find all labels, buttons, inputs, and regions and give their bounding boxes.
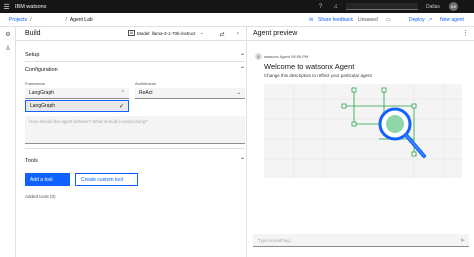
checkmark-icon: ✓ xyxy=(118,103,124,110)
agent-description: Change this description to reflect your … xyxy=(264,73,372,78)
welcome-heading: Welcome to watsonx Agent xyxy=(264,62,355,71)
collapse-icon[interactable]: ‹ xyxy=(234,30,242,38)
chat-input-placeholder: Type something... xyxy=(258,237,294,243)
preview-title: Agent preview xyxy=(253,30,298,37)
overflow-menu-icon[interactable]: ⋮ xyxy=(462,29,469,37)
help-icon[interactable]: ? xyxy=(316,2,325,11)
breadcrumb-current: Agent Lab xyxy=(69,17,93,23)
preview-header: Agent preview ⋮ xyxy=(247,27,474,41)
architecture-label: Architecture xyxy=(135,81,157,86)
account-selector[interactable] xyxy=(346,3,418,10)
agent-icon[interactable]: ⚙ xyxy=(4,30,12,38)
chevron-down-icon: ⌄ xyxy=(199,30,204,36)
agent-avatar-icon: ◎ xyxy=(255,53,262,60)
framework-select[interactable]: LangGraph ⌃ xyxy=(25,88,129,99)
save-status: Unsaved xyxy=(358,17,378,23)
menu-icon[interactable]: ☰ xyxy=(0,0,13,13)
send-icon[interactable]: ➤ xyxy=(460,237,465,244)
page-header: Projects / / Agent Lab ✉ Share feedback … xyxy=(0,13,474,27)
new-agent-button[interactable]: New agent xyxy=(440,17,464,23)
agent-preview-panel: Agent preview ⋮ ◎ watsonx Agent 08:06 PM… xyxy=(246,27,474,257)
chevron-up-icon[interactable]: ⌃ xyxy=(240,157,245,164)
chevron-down-icon: ⌄ xyxy=(239,51,245,57)
save-icon[interactable]: ▭ xyxy=(386,17,391,23)
chat-icon[interactable]: ✉ xyxy=(309,17,313,23)
chevron-up-icon[interactable]: ⌃ xyxy=(240,66,245,73)
user-icon[interactable]: ♙ xyxy=(4,44,12,52)
model-icon: AI xyxy=(128,30,135,36)
framework-option-langgraph[interactable]: LangGraph ✓ xyxy=(25,100,129,112)
notification-icon[interactable]: ♫ xyxy=(331,2,340,11)
swap-icon[interactable]: ⇄ xyxy=(218,30,226,38)
create-custom-tool-button[interactable]: Create custom tool xyxy=(75,173,138,186)
breadcrumb-separator: / xyxy=(30,17,32,23)
message-meta: watsonx Agent 08:06 PM xyxy=(264,54,309,59)
section-title-setup: Setup xyxy=(25,52,40,58)
framework-label: Framework xyxy=(25,81,46,86)
breadcrumb: Projects / / Agent Lab xyxy=(9,17,93,23)
build-panel: Build AI Model: llama-3-1-70b-instruct ⌄… xyxy=(16,27,246,257)
architecture-value: ReAct xyxy=(139,90,153,96)
section-tools: Tools ⌃ xyxy=(25,155,245,169)
section-title-configuration[interactable]: Configuration xyxy=(25,67,58,73)
framework-value: LangGraph xyxy=(29,90,55,96)
left-rail: ⚙ ♙ xyxy=(0,27,16,257)
architecture-select[interactable]: ReAct ⌄ xyxy=(135,88,245,99)
added-tools-count: Added tools (0) xyxy=(25,194,56,199)
build-header: Build AI Model: llama-3-1-70b-instruct ⌄… xyxy=(16,27,246,41)
breadcrumb-projects[interactable]: Projects xyxy=(9,17,27,23)
section-title-tools[interactable]: Tools xyxy=(25,158,38,164)
chat-input[interactable]: Type something... ➤ xyxy=(253,234,469,247)
region-selector[interactable]: Dallas xyxy=(426,4,440,10)
illustration-graphic xyxy=(264,84,462,178)
option-label: LangGraph xyxy=(30,103,56,109)
model-label: Model: llama-3-1-70b-instruct xyxy=(137,30,196,36)
add-tool-button[interactable]: Add a tool xyxy=(25,173,70,186)
deploy-icon[interactable]: ↗ xyxy=(428,17,432,23)
deploy-button[interactable]: Deploy xyxy=(409,17,425,23)
share-feedback-link[interactable]: Share feedback xyxy=(318,17,353,23)
brand-name[interactable]: IBM watsonx xyxy=(15,4,46,10)
instructions-placeholder: How should the agent behave? What should… xyxy=(29,119,148,124)
section-setup[interactable]: Setup ⌄ xyxy=(25,49,245,62)
chevron-down-icon: ⌄ xyxy=(236,90,241,96)
page-title: Build xyxy=(25,30,41,37)
breadcrumb-separator: / xyxy=(65,17,67,23)
chevron-up-icon: ⌃ xyxy=(120,90,125,96)
top-navigation-bar: ☰ IBM watsonx ? ♫ Dallas AS xyxy=(0,0,474,13)
avatar[interactable]: AS xyxy=(449,2,458,11)
breadcrumb-project[interactable] xyxy=(34,17,62,23)
model-selector[interactable]: AI Model: llama-3-1-70b-instruct ⌄ xyxy=(128,30,204,36)
instructions-textarea[interactable]: How should the agent behave? What should… xyxy=(25,116,245,144)
welcome-illustration xyxy=(264,84,462,178)
section-configuration: Configuration ⌃ Framework LangGraph ⌃ La… xyxy=(25,64,245,149)
